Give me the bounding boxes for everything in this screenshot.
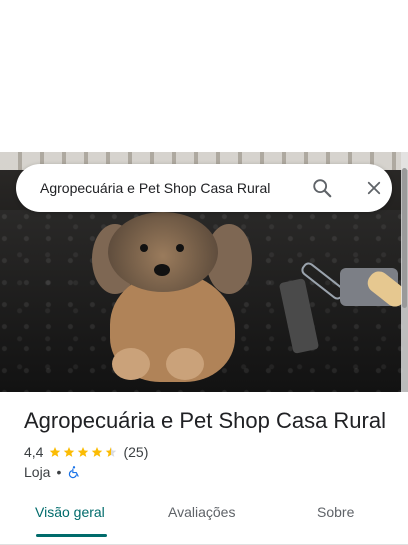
search-icon bbox=[313, 179, 332, 198]
rating-stars bbox=[49, 446, 117, 458]
dog-paw-right bbox=[166, 348, 204, 380]
dog-head bbox=[108, 212, 218, 292]
place-title: Agropecuária e Pet Shop Casa Rural bbox=[24, 408, 386, 433]
wheelchair-icon bbox=[69, 466, 80, 479]
close-button[interactable] bbox=[356, 170, 392, 206]
search-button[interactable] bbox=[304, 170, 340, 206]
search-bar[interactable]: Agropecuária e Pet Shop Casa Rural bbox=[16, 164, 392, 212]
place-type: Loja bbox=[24, 464, 51, 480]
tab-reviews[interactable]: Avaliações bbox=[168, 504, 235, 520]
dog-eye-right bbox=[176, 244, 184, 252]
top-blank-area bbox=[0, 0, 408, 152]
dog-eye-left bbox=[140, 244, 148, 252]
rating-value: 4,4 bbox=[24, 444, 44, 460]
star-icon bbox=[78, 447, 89, 457]
dog-nose bbox=[154, 264, 170, 276]
star-icon bbox=[92, 447, 103, 457]
close-icon bbox=[367, 181, 381, 195]
scrollbar-thumb[interactable] bbox=[402, 168, 407, 308]
tab-overview[interactable]: Visão geral bbox=[35, 504, 105, 520]
place-type-row: Loja • bbox=[24, 464, 81, 480]
active-tab-indicator bbox=[36, 534, 107, 537]
tab-bar: Visão geral Avaliações Sobre bbox=[0, 496, 408, 545]
star-icon bbox=[64, 447, 75, 457]
search-input[interactable]: Agropecuária e Pet Shop Casa Rural bbox=[40, 180, 288, 196]
dog-paw-left bbox=[112, 348, 150, 380]
separator-dot: • bbox=[56, 464, 62, 480]
tab-about[interactable]: Sobre bbox=[317, 504, 354, 520]
star-icon bbox=[50, 447, 61, 457]
review-count[interactable]: (25) bbox=[123, 444, 148, 460]
rating-row[interactable]: 4,4 (25) bbox=[24, 444, 148, 460]
star-half-icon bbox=[106, 447, 117, 457]
